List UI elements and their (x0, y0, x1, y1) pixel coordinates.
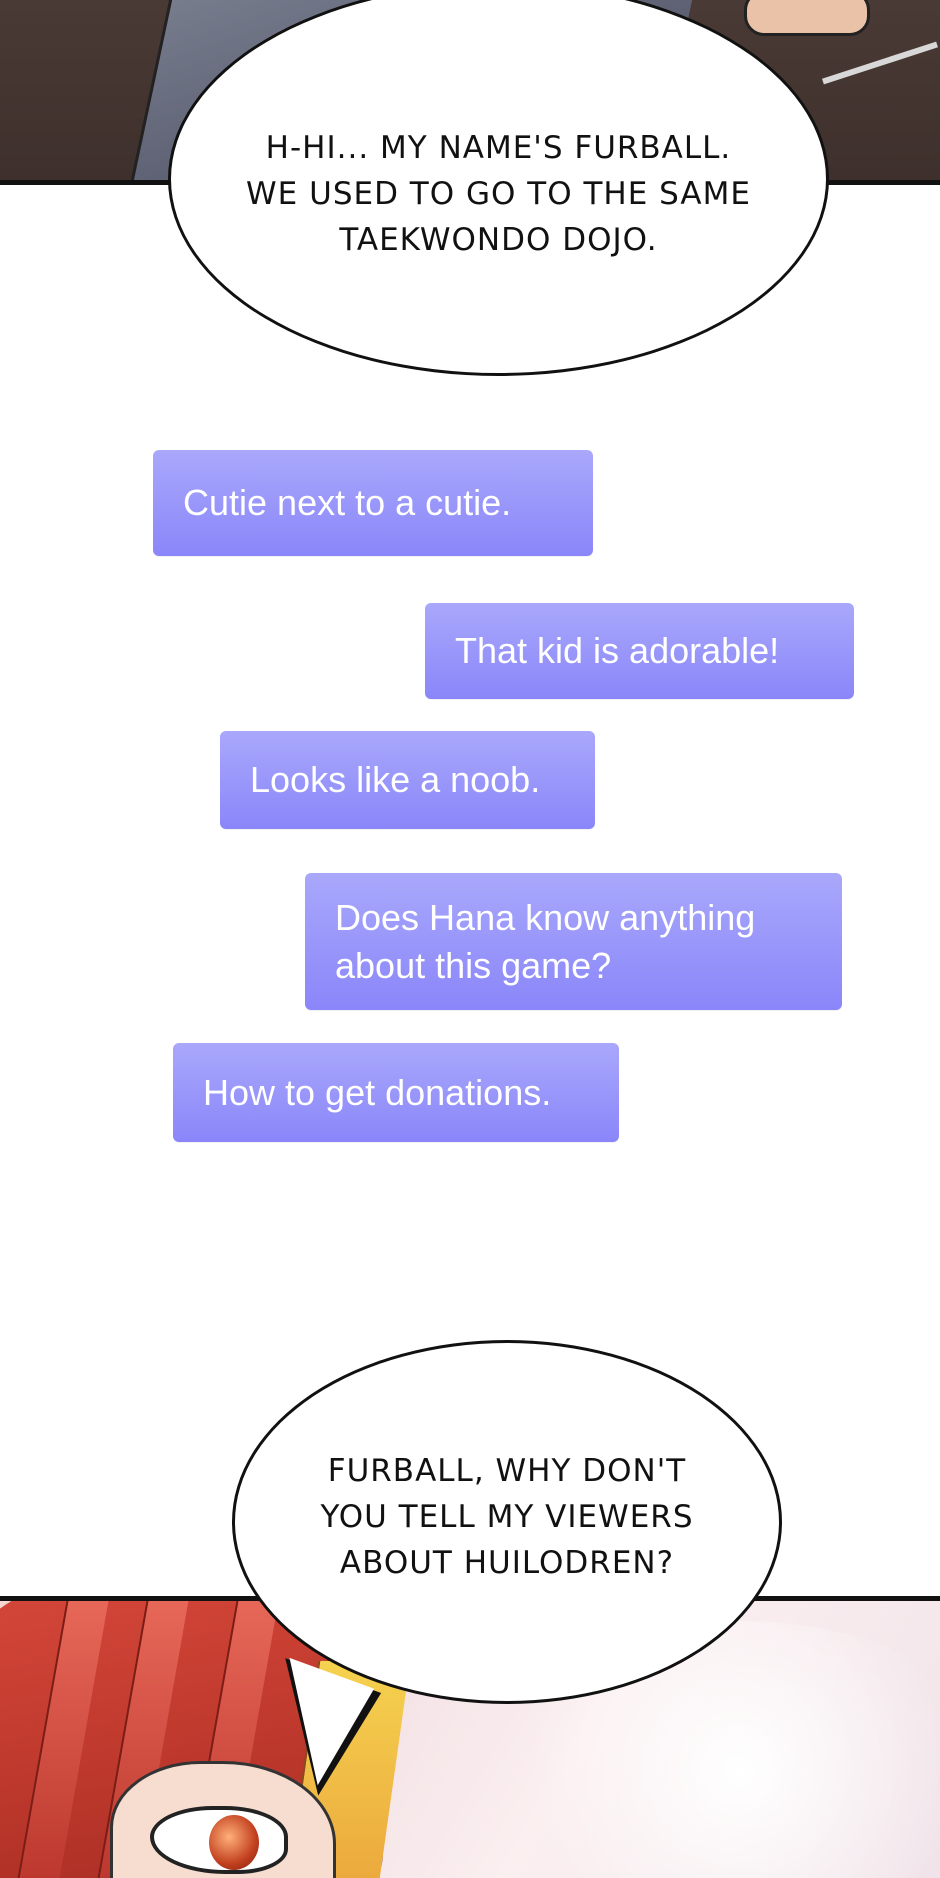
speech-text-bottom: FURBALL, WHY DON'T YOU TELL MY VIEWERS A… (320, 1453, 694, 1581)
comic-page: H-HI... MY NAME'S FURBALL. WE USED TO GO… (0, 0, 940, 1878)
speech-bubble-bottom: FURBALL, WHY DON'T YOU TELL MY VIEWERS A… (232, 1340, 782, 1704)
character-iris (209, 1815, 259, 1870)
background-rail (822, 41, 938, 85)
chat-message: Looks like a noob. (220, 731, 595, 829)
chat-message: That kid is adorable! (425, 603, 854, 699)
speech-bubble-top: H-HI... MY NAME'S FURBALL. WE USED TO GO… (168, 0, 829, 376)
character-hand (744, 0, 870, 36)
chat-message: Does Hana know anything about this game? (305, 873, 842, 1010)
chat-message: Cutie next to a cutie. (153, 450, 593, 556)
chat-message: How to get donations. (173, 1043, 619, 1142)
speech-text-top: H-HI... MY NAME'S FURBALL. WE USED TO GO… (246, 130, 751, 258)
